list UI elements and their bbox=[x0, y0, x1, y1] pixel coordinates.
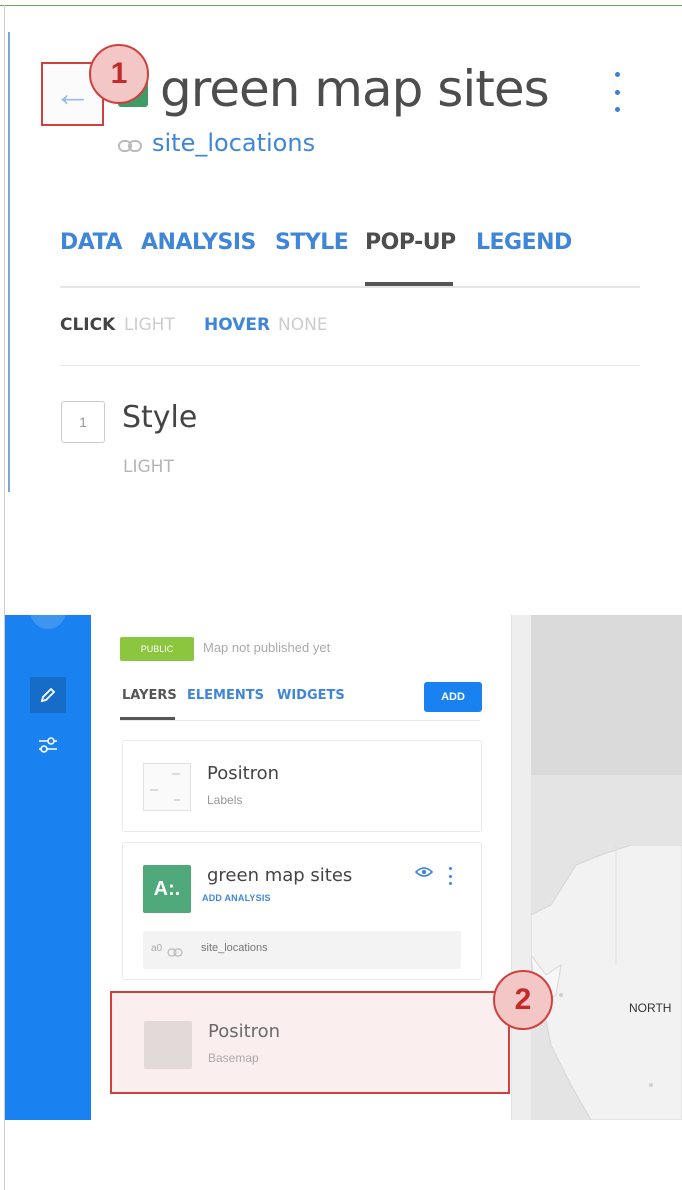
map-water bbox=[531, 615, 682, 775]
click-option-value: LIGHT bbox=[124, 315, 175, 335]
avatar[interactable] bbox=[30, 615, 66, 629]
callout-badge-2: 2 bbox=[493, 970, 553, 1030]
style-section-title: Style bbox=[122, 400, 198, 435]
builder-sidebar bbox=[5, 615, 91, 1120]
publish-status: Map not published yet bbox=[203, 640, 331, 655]
step-number-box: 1 bbox=[61, 401, 105, 443]
basemap-name: Positron bbox=[208, 1021, 281, 1042]
layer-name: Positron bbox=[207, 763, 280, 784]
tab-layers[interactable]: LAYERS bbox=[122, 688, 177, 703]
tab-style[interactable]: STYLE bbox=[275, 230, 349, 255]
eye-icon[interactable] bbox=[414, 865, 434, 883]
hover-option-value: NONE bbox=[278, 315, 328, 335]
arrow-left-icon: ← bbox=[53, 73, 92, 115]
source-id: a0 bbox=[151, 943, 163, 954]
tab-popup[interactable]: POP-UP bbox=[365, 230, 456, 255]
basemap-thumbnail bbox=[144, 1021, 192, 1069]
map-canvas[interactable]: NORTH bbox=[531, 615, 682, 1120]
layer-title: green map sites bbox=[160, 60, 550, 118]
tab-legend[interactable]: LEGEND bbox=[476, 230, 572, 255]
tab-widgets[interactable]: WIDGETS bbox=[277, 688, 345, 703]
layer-subtitle: Labels bbox=[207, 793, 243, 807]
click-option-label[interactable]: CLICK bbox=[60, 315, 115, 335]
frame-top-border bbox=[0, 5, 682, 6]
panel-divider[interactable] bbox=[511, 615, 531, 1120]
layer-letter-badge: A:. bbox=[143, 865, 191, 913]
active-tab-indicator bbox=[365, 282, 453, 286]
popup-mode-tabs: CLICK LIGHT HOVER NONE bbox=[60, 315, 640, 366]
link-icon bbox=[167, 944, 183, 962]
layer-card-green-map-sites[interactable]: A:. green map sites ADD ANALYSIS a0 site… bbox=[122, 842, 482, 980]
source-link[interactable]: site_locations bbox=[152, 129, 315, 157]
map-landmass bbox=[531, 845, 682, 1120]
basemap-layer-card[interactable]: Positron Basemap bbox=[110, 991, 510, 1094]
add-layer-button[interactable]: ADD bbox=[424, 682, 482, 712]
layer-thumbnail bbox=[143, 763, 191, 811]
callout-badge-1: 1 bbox=[89, 44, 149, 104]
active-tab-indicator bbox=[120, 717, 175, 720]
pencil-icon[interactable] bbox=[30, 677, 66, 713]
tab-data[interactable]: DATA bbox=[60, 230, 122, 255]
layer-name: green map sites bbox=[207, 865, 353, 886]
basemap-subtitle: Basemap bbox=[208, 1051, 259, 1065]
map-region-label: NORTH bbox=[629, 1001, 672, 1015]
tab-analysis[interactable]: ANALYSIS bbox=[141, 230, 256, 255]
add-analysis-link[interactable]: ADD ANALYSIS bbox=[202, 893, 271, 903]
layer-card-labels[interactable]: Positron Labels bbox=[122, 740, 482, 832]
public-badge: PUBLIC bbox=[120, 637, 194, 661]
source-name: site_locations bbox=[201, 942, 268, 954]
tab-elements[interactable]: ELEMENTS bbox=[187, 688, 264, 703]
layer-tabs: DATA ANALYSIS STYLE POP-UP LEGEND bbox=[60, 230, 640, 288]
builder-panel: PUBLIC Map not published yet LAYERS ELEM… bbox=[5, 615, 682, 1120]
kebab-icon[interactable] bbox=[447, 867, 453, 885]
hover-option-label[interactable]: HOVER bbox=[204, 315, 270, 335]
link-icon bbox=[118, 137, 144, 158]
layer-editor-border bbox=[8, 32, 10, 492]
layer-source-row[interactable]: a0 site_locations bbox=[143, 931, 461, 969]
layer-options-kebab-icon[interactable] bbox=[612, 72, 622, 112]
style-value-dropdown[interactable]: LIGHT bbox=[123, 457, 174, 477]
sliders-icon[interactable] bbox=[34, 733, 62, 757]
